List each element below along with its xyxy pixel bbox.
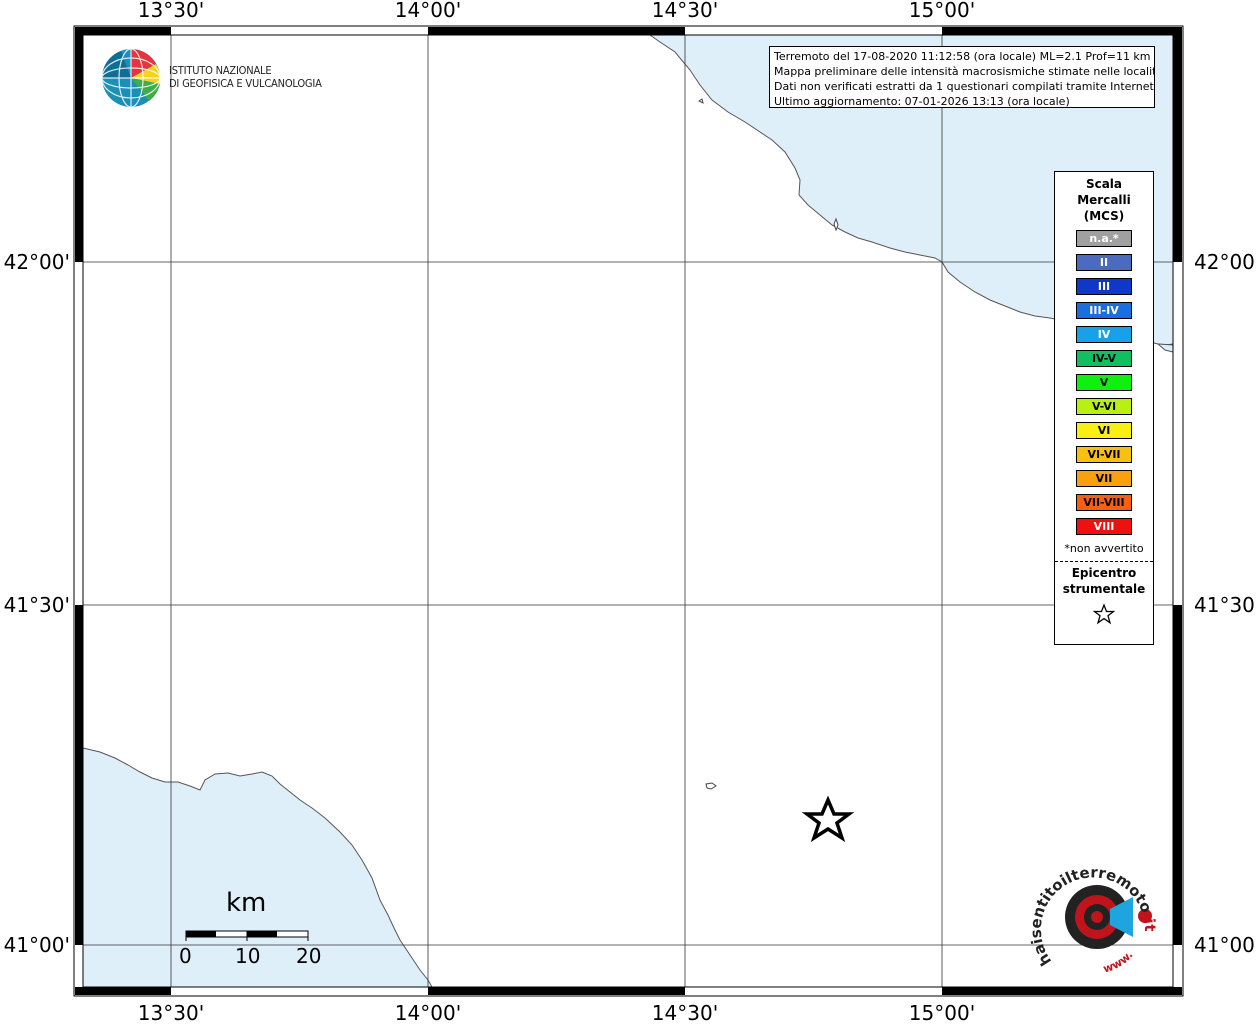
lat-label: 41°00' bbox=[4, 933, 70, 957]
legend-item-swatch: III bbox=[1076, 278, 1132, 295]
legend-item-swatch: II bbox=[1076, 254, 1132, 271]
legend-item-swatch: VII bbox=[1076, 470, 1132, 487]
ingv-logo-icon bbox=[101, 48, 161, 108]
legend-title-line: Scala bbox=[1085, 177, 1123, 191]
legend-item-swatch: III-IV bbox=[1076, 302, 1132, 319]
legend-title-line: Mercalli bbox=[1077, 193, 1131, 207]
scale-label: 20 bbox=[296, 944, 322, 968]
lon-label: 14°30' bbox=[652, 0, 718, 22]
lon-label: 14°00' bbox=[395, 1001, 461, 1024]
institute-line-1: ISTITUTO NAZIONALE bbox=[169, 64, 272, 77]
legend-star-icon bbox=[1093, 603, 1115, 625]
lon-label: 14°00' bbox=[395, 0, 461, 22]
legend-item-swatch: IV-V bbox=[1076, 350, 1132, 367]
hst-logo-icon[interactable]: haisentitoilterremoto.it www. bbox=[1030, 855, 1160, 985]
intensity-legend: Scala Mercalli (MCS) n.a.* II III III-IV IV I… bbox=[1054, 171, 1154, 645]
lat-labels-right: 42°00' 41°30' 41°00' bbox=[1194, 250, 1256, 957]
lon-label: 15°00' bbox=[909, 1001, 975, 1024]
lat-label: 41°30' bbox=[1194, 593, 1256, 617]
event-info-line: Ultimo aggiornamento: 07-01-2026 13:13 (… bbox=[774, 95, 1070, 108]
legend-item-swatch: V-VI bbox=[1076, 398, 1132, 415]
legend-items: n.a.* II III III-IV IV IV-V V V-VI VI VI-VII VII VI… bbox=[1055, 230, 1153, 535]
event-info-line: Dati non verificati estratti da 1 questi… bbox=[774, 80, 1155, 93]
lon-labels-top: 13°30' 14°00' 14°30' 15°00' bbox=[138, 0, 975, 22]
institute-line-2: DI GEOFISICA E VULCANOLOGIA bbox=[169, 77, 322, 90]
legend-item-swatch: V bbox=[1076, 374, 1132, 391]
legend-item-swatch: VII-VIII bbox=[1076, 494, 1132, 511]
lon-label: 13°30' bbox=[138, 1001, 204, 1024]
scale-unit: km bbox=[226, 888, 267, 918]
svg-text:www.: www. bbox=[1102, 948, 1136, 975]
lat-labels-left: 42°00' 41°30' 41°00' bbox=[4, 250, 70, 957]
lon-label: 13°30' bbox=[138, 0, 204, 22]
legend-note: *non avvertito bbox=[1064, 542, 1144, 555]
lon-label: 14°30' bbox=[652, 1001, 718, 1024]
lon-labels-bottom: 13°30' 14°00' 14°30' 15°00' bbox=[138, 1001, 975, 1024]
scale-label: 10 bbox=[235, 944, 261, 968]
lat-label: 41°30' bbox=[4, 593, 70, 617]
lat-label: 42°00' bbox=[1194, 250, 1256, 274]
lon-label: 15°00' bbox=[909, 0, 975, 22]
legend-epicenter-label: Epicentro strumentale bbox=[1055, 565, 1153, 597]
lat-label: 41°00' bbox=[1194, 933, 1256, 957]
legend-item-swatch: VI-VII bbox=[1076, 446, 1132, 463]
event-info-line: Terremoto del 17-08-2020 11:12:58 (ora l… bbox=[774, 50, 1151, 63]
legend-epi-line: strumentale bbox=[1062, 582, 1146, 596]
legend-title: Scala Mercalli (MCS) bbox=[1055, 176, 1153, 224]
event-info-box: Terremoto del 17-08-2020 11:12:58 (ora l… bbox=[769, 46, 1155, 108]
legend-item-swatch: VI bbox=[1076, 422, 1132, 439]
hst-logo-www: www. bbox=[1102, 948, 1136, 975]
institute-name: ISTITUTO NAZIONALE DI GEOFISICA E VULCAN… bbox=[169, 64, 322, 90]
scale-label: 0 bbox=[179, 944, 192, 968]
legend-item-swatch: IV bbox=[1076, 326, 1132, 343]
legend-epi-line: Epicentro bbox=[1071, 566, 1137, 580]
legend-item-swatch: VIII bbox=[1076, 518, 1132, 535]
lat-label: 42°00' bbox=[4, 250, 70, 274]
legend-item-swatch: n.a.* bbox=[1076, 230, 1132, 247]
legend-title-line: (MCS) bbox=[1083, 209, 1125, 223]
event-info-line: Mappa preliminare delle intensità macros… bbox=[774, 65, 1155, 78]
legend-separator bbox=[1055, 561, 1153, 562]
